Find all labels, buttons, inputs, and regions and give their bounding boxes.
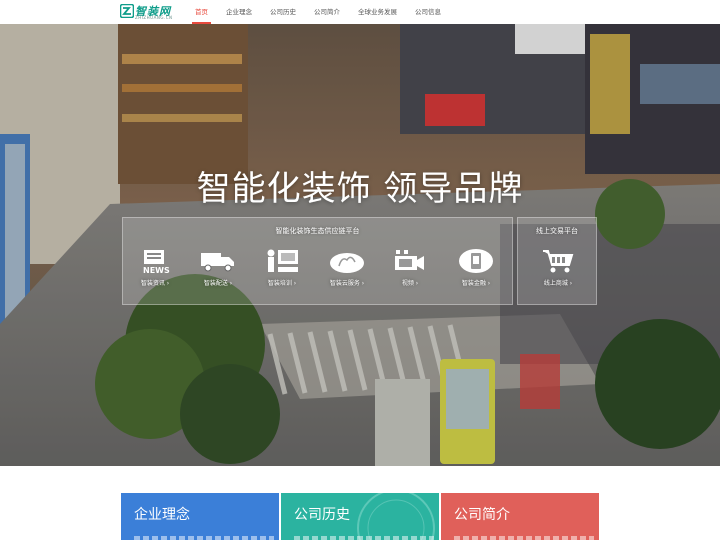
chevron-right-icon: › (361, 280, 365, 287)
card-history-title: 公司历史 (294, 507, 350, 523)
logo-subtext: ZHIZHUANG.CN (135, 15, 173, 20)
finance-icon (459, 249, 493, 273)
chevron-right-icon: › (229, 280, 233, 287)
service-online-mall-label: 线上商城 (543, 280, 568, 287)
video-icon (395, 250, 424, 270)
service-finance[interactable]: 智装金融 › (448, 248, 504, 298)
services-panel-title: 智能化装饰生态供应链平台 (275, 227, 360, 235)
card-philosophy-title: 企业理念 (134, 507, 190, 523)
card-profile-title: 公司简介 (454, 507, 510, 523)
svg-text:NEWS: NEWS (143, 266, 170, 274)
services-panel: 智能化装饰生态供应链平台 NEWS 智装资讯 › 智装配送 › 智装培训 › 智… (122, 217, 513, 305)
hero-banner: 智能化装饰 领导品牌 智能化装饰生态供应链平台 NEWS 智装资讯 › 智装配送… (0, 24, 720, 466)
truck-icon (201, 253, 234, 272)
service-training-label: 智装培训 (267, 280, 292, 287)
news-icon: NEWS (143, 250, 170, 274)
trade-panel-title: 线上交易平台 (536, 227, 578, 235)
service-cloud-label: 智装云服务 (329, 280, 360, 287)
service-video[interactable]: 视频 › (382, 248, 438, 298)
training-icon (267, 249, 298, 272)
info-cards: 企业理念 公司历史 公司简介 (121, 493, 599, 540)
card-history-strip (294, 536, 434, 540)
hero-title: 智能化装饰 领导品牌 (196, 169, 524, 209)
card-history[interactable]: 公司历史 (281, 493, 439, 540)
service-online-mall[interactable]: 线上商城 › (530, 248, 586, 298)
card-profile-strip (454, 536, 594, 540)
service-delivery[interactable]: 智装配送 › (190, 248, 246, 298)
service-news-label: 智装资讯 (140, 280, 165, 287)
nav-profile[interactable]: 公司简介 (305, 0, 349, 24)
main-nav: 首页 企业理念 公司历史 公司简介 全球业务发展 公司信息 (186, 0, 450, 24)
nav-history[interactable]: 公司历史 (261, 0, 305, 24)
chevron-right-icon: › (166, 280, 170, 287)
service-finance-label: 智装金融 (461, 280, 486, 287)
site-logo[interactable]: 智装网 ZHIZHUANG.CN (120, 3, 172, 21)
chevron-right-icon: › (569, 280, 573, 287)
service-video-label: 视频 (401, 280, 414, 287)
service-cloud[interactable]: 智装云服务 › (319, 248, 375, 298)
cart-icon (543, 250, 574, 273)
chevron-right-icon: › (415, 280, 419, 287)
chevron-right-icon: › (487, 280, 491, 287)
service-news[interactable]: NEWS 智装资讯 › (127, 248, 183, 298)
trade-panel: 线上交易平台 线上商城 › (517, 217, 597, 305)
nav-home[interactable]: 首页 (186, 0, 217, 24)
chevron-right-icon: › (293, 280, 297, 287)
card-philosophy[interactable]: 企业理念 (121, 493, 279, 540)
card-profile[interactable]: 公司简介 (441, 493, 599, 540)
nav-company-info[interactable]: 公司信息 (406, 0, 450, 24)
service-delivery-label: 智装配送 (203, 280, 228, 287)
nav-philosophy[interactable]: 企业理念 (217, 0, 261, 24)
service-training[interactable]: 智装培训 › (254, 248, 310, 298)
logo-mark-icon (120, 4, 134, 18)
card-history-decor-icon (357, 493, 435, 540)
nav-global-business[interactable]: 全球业务发展 (349, 0, 406, 24)
cloud-icon (330, 253, 364, 273)
top-header: 智装网 ZHIZHUANG.CN 首页 企业理念 公司历史 公司简介 全球业务发… (0, 0, 720, 24)
card-philosophy-strip (134, 536, 274, 540)
